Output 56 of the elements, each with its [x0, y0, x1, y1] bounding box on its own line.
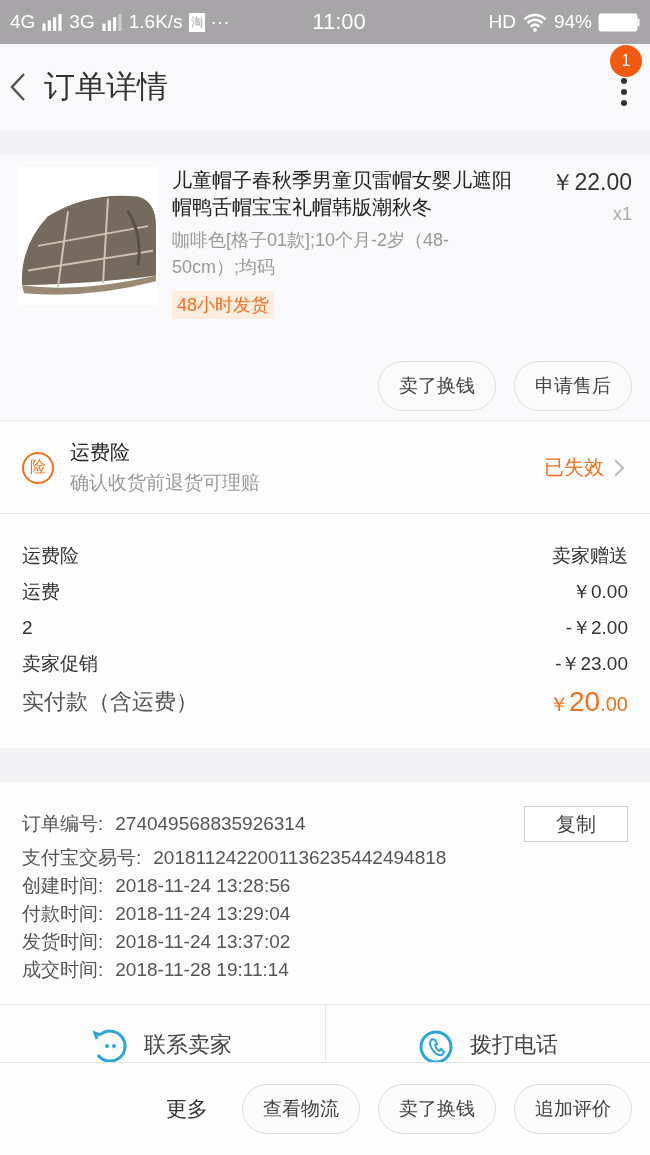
signal-icon — [41, 13, 64, 31]
fee-label: 实付款（含运费） — [22, 688, 198, 716]
fee-value: 卖家赠送 — [552, 544, 628, 568]
total-amount: ￥20.00 — [549, 686, 628, 718]
insurance-description: 确认收货前退货可理赔 — [70, 471, 261, 495]
info-label: 支付宝交易号: — [22, 846, 142, 870]
info-value: 2018112422001136235442494818 — [153, 847, 447, 869]
fee-label: 2 — [22, 617, 33, 639]
fee-label: 卖家促销 — [22, 652, 98, 676]
contact-button[interactable]: 拨打电话 — [325, 1005, 650, 1062]
page-title: 订单详情 — [44, 68, 168, 106]
action-button[interactable]: 卖了换钱 — [378, 361, 496, 411]
clock: 11:00 — [312, 9, 366, 35]
more-icon[interactable] — [620, 77, 628, 107]
chat-icon — [92, 1029, 129, 1062]
network-label: 3G — [69, 11, 95, 33]
more-link[interactable]: 更多 — [166, 1095, 208, 1123]
fee-value: -￥2.00 — [565, 616, 628, 640]
info-value: 2018-11-24 13:37:02 — [115, 931, 291, 953]
battery-icon — [598, 12, 640, 32]
product-price: ￥22.00 — [551, 168, 632, 197]
info-value: 2018-11-24 13:29:04 — [115, 903, 291, 925]
info-value: 274049568835926314 — [115, 813, 306, 835]
info-label: 创建时间: — [22, 874, 104, 898]
fee-value: -￥23.00 — [555, 652, 628, 676]
info-label: 订单编号: — [22, 812, 104, 836]
shipping-tag: 48小时发货 — [172, 291, 275, 319]
action-button[interactable]: 卖了换钱 — [378, 1084, 496, 1134]
hd-label: HD — [488, 11, 516, 33]
fee-label: 运费险 — [22, 544, 79, 568]
info-label: 成交时间: — [22, 958, 104, 982]
info-label: 付款时间: — [22, 902, 104, 926]
fee-value: ￥0.00 — [572, 580, 628, 604]
wifi-icon — [521, 12, 548, 32]
info-value: 2018-11-28 19:11:14 — [115, 959, 289, 981]
phone-icon — [417, 1029, 454, 1062]
fee-label: 运费 — [22, 580, 60, 604]
speed-label: 1.6K/s — [128, 11, 183, 33]
action-button[interactable]: 追加评价 — [514, 1084, 632, 1134]
product-title[interactable]: 儿童帽子春秋季男童贝雷帽女婴儿遮阳帽鸭舌帽宝宝礼帽韩版潮秋冬 — [172, 167, 522, 221]
info-value: 2018-11-24 13:28:56 — [115, 875, 291, 897]
product-variant: 咖啡色[格子01款];10个月-2岁（48-50cm）;均码 — [172, 229, 451, 279]
more-notifications: ··· — [210, 11, 230, 33]
action-button[interactable]: 查看物流 — [242, 1084, 360, 1134]
battery-percent: 94% — [553, 11, 592, 33]
product-quantity: x1 — [613, 204, 632, 225]
signal-icon — [100, 13, 123, 31]
back-icon[interactable] — [10, 71, 26, 103]
action-button[interactable]: 申请售后 — [514, 361, 632, 411]
insurance-icon: 险 — [22, 451, 54, 484]
info-label: 发货时间: — [22, 930, 104, 954]
notification-badge: 1 — [610, 45, 642, 77]
network-label: 4G — [10, 11, 36, 33]
app-notification-icon: 淘 — [188, 12, 205, 32]
insurance-title: 运费险 — [70, 440, 131, 465]
copy-button[interactable]: 复制 — [524, 806, 628, 842]
